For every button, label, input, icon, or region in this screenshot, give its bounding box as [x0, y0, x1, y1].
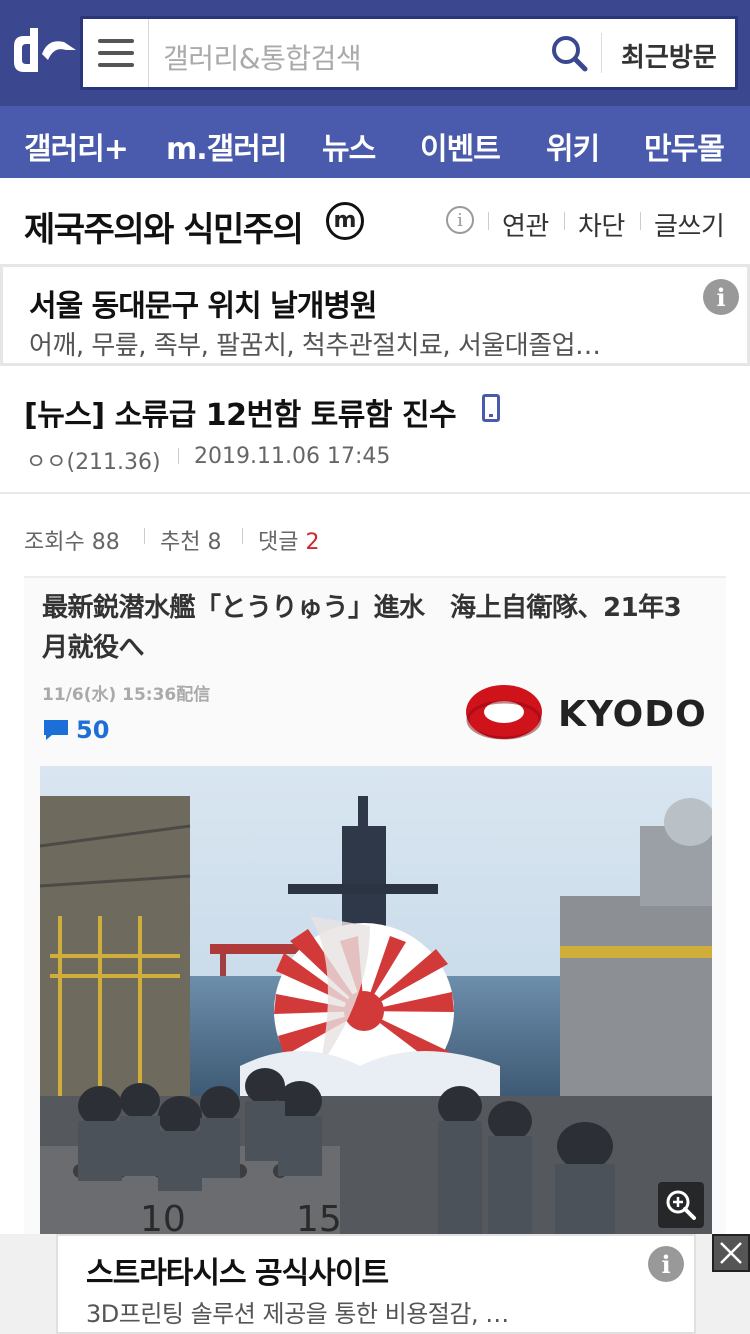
info-icon[interactable]: i [446, 206, 474, 234]
recent-visits-button[interactable]: 최근방문 [621, 37, 717, 74]
divider [242, 528, 243, 544]
ad-bottom-content[interactable]: 스트라타시스 공식사이트 3D프린팅 솔루션 제공을 통한 비용절감, … i [56, 1234, 696, 1334]
divider [488, 212, 489, 230]
comment-bubble-icon [44, 720, 68, 740]
info-icon[interactable]: i [703, 279, 739, 315]
nav-gallery-plus[interactable]: 갤러리+ [24, 124, 129, 168]
news-headline: 最新鋭潜水艦「とうりゅう」進水 海上自衛隊、21年3月就役へ [42, 593, 682, 663]
post-author[interactable]: ㅇㅇ(211.36) [26, 444, 161, 476]
nav-m-gallery[interactable]: m.갤러리 [166, 124, 287, 168]
hamburger-icon[interactable] [83, 19, 149, 87]
views-stat: 조회수 88 [24, 524, 120, 556]
post-title: [뉴스] 소류급 12번함 토류함 진수 [24, 398, 457, 433]
write-button[interactable]: 글쓰기 [654, 206, 725, 243]
divider [178, 448, 179, 464]
search-divider [601, 33, 602, 73]
ad-description[interactable]: 어깨, 무릎, 족부, 팔꿈치, 척추관절치료, 서울대졸업… [29, 325, 601, 362]
ad-title[interactable]: 서울 동대문구 위치 날개병원 [29, 281, 378, 325]
news-date: 11/6(水) 15:36配信 [42, 685, 211, 705]
close-icon[interactable] [712, 1234, 750, 1272]
top-header: 갤러리&통합검색 최근방문 [0, 0, 750, 106]
news-source: KYODO [558, 694, 707, 735]
views-count: 88 [91, 530, 120, 555]
nav-wiki[interactable]: 위키 [546, 124, 600, 168]
ad-banner-bottom: 스트라타시스 공식사이트 3D프린팅 솔루션 제공을 통한 비용절감, … i [0, 1234, 750, 1334]
recommend-label: 추천 [160, 530, 201, 555]
search-icon[interactable] [549, 33, 589, 73]
post-datetime: 2019.11.06 17:45 [194, 444, 391, 469]
comment-count-value: 50 [76, 716, 110, 744]
comments-stat[interactable]: 댓글 2 [258, 524, 319, 556]
news-comment-count: 50 [42, 716, 109, 744]
embedded-news-image[interactable]: 最新鋭潜水艦「とうりゅう」進水 海上自衛隊、21年3月就役へ 11/6(水) 1… [24, 576, 726, 1236]
nav-event[interactable]: 이벤트 [420, 124, 501, 168]
hull-number-10: 10 [140, 1199, 186, 1236]
comments-label: 댓글 [258, 530, 299, 555]
block-button[interactable]: 차단 [578, 206, 625, 243]
ad-banner-top[interactable]: 서울 동대문구 위치 날개병원 어깨, 무릎, 족부, 팔꿈치, 척추관절치료,… [0, 264, 750, 366]
ad-description[interactable]: 3D프린팅 솔루션 제공을 통한 비용절감, … [86, 1294, 509, 1329]
ad-title[interactable]: 스트라타시스 공식사이트 [86, 1248, 389, 1292]
views-label: 조회수 [24, 530, 85, 555]
search-input[interactable]: 갤러리&통합검색 [163, 37, 362, 77]
kyodo-logo-icon [466, 685, 542, 740]
recommend-count: 8 [207, 530, 222, 555]
gallery-title[interactable]: 제국주의와 식민주의 [24, 202, 304, 251]
recommend-stat: 추천 8 [160, 524, 221, 556]
divider [640, 212, 641, 230]
nav-mandumall[interactable]: 만두몰 [644, 124, 725, 168]
submarine-launch-photo: 10 15 [40, 766, 712, 1236]
main-nav: 갤러리+ m.갤러리 뉴스 이벤트 위키 만두몰 [0, 106, 750, 178]
zoom-in-icon[interactable] [658, 1182, 704, 1228]
nav-news[interactable]: 뉴스 [322, 124, 376, 168]
divider [564, 212, 565, 230]
related-button[interactable]: 연관 [502, 206, 549, 243]
divider [0, 492, 750, 494]
search-bar[interactable]: 갤러리&통합검색 최근방문 [80, 16, 738, 90]
divider [144, 528, 145, 544]
hull-number-15: 15 [296, 1199, 342, 1236]
mobile-icon [482, 394, 500, 422]
dc-logo[interactable] [8, 24, 78, 84]
info-icon[interactable]: i [648, 1246, 684, 1282]
minor-gallery-badge: m [326, 202, 364, 240]
comments-count[interactable]: 2 [305, 530, 319, 555]
